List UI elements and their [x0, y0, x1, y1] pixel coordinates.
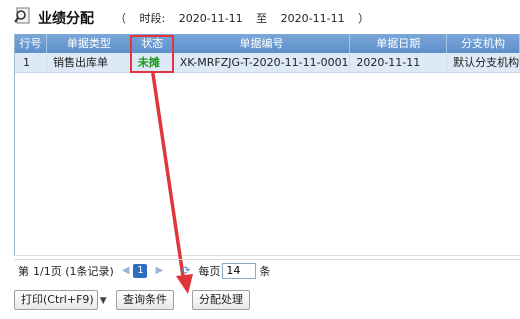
cell-row-no: 1 [15, 53, 47, 72]
bottom-toolbar: 打印(Ctrl+F9) ▼ 查询条件 分配处理 [14, 289, 268, 311]
refresh-icon[interactable]: ⟳ [181, 264, 190, 277]
period-end-date: 2020-11-11 [280, 12, 345, 25]
period-start-date: 2020-11-11 [178, 12, 243, 25]
current-page-button[interactable]: 1 [133, 263, 148, 278]
allocate-process-button[interactable]: 分配处理 [192, 290, 250, 310]
print-dropdown-button[interactable]: 打印(Ctrl+F9) ▼ [14, 290, 107, 310]
next-page-icon[interactable]: ▶ [155, 265, 163, 276]
cell-branch: 默认分支机构 [447, 53, 520, 72]
period-close: ） [358, 12, 370, 25]
grid-header: 行号 单据类型 状态 单据编号 单据日期 分支机构 [15, 34, 520, 53]
cell-doc-no: XK-MRFZJG-T-2020-11-11-0001 [174, 53, 351, 72]
cell-doc-date: 2020-11-11 [350, 53, 448, 72]
table-row[interactable]: 1 销售出库单 未摊 XK-MRFZJG-T-2020-11-11-0001 2… [15, 53, 520, 73]
page-title: 业绩分配 [38, 11, 94, 27]
document-grid[interactable]: 行号 单据类型 状态 单据编号 单据日期 分支机构 1 销售出库单 未摊 XK-… [14, 34, 520, 256]
column-header-doc-date[interactable]: 单据日期 [350, 34, 448, 53]
period-label: 时段: [139, 12, 166, 25]
column-header-row-no[interactable]: 行号 [15, 34, 47, 53]
period-range: （ 时段: 2020-11-11 至 2020-11-11 ） [115, 10, 379, 26]
pagination-bar: 第 1/1页 (1条记录) ◀ 1 ▶ ⟳ 每页 条 [14, 259, 520, 281]
print-button-label: 打印(Ctrl+F9) [21, 293, 94, 306]
period-open: （ [115, 12, 126, 25]
page-info: 1/1页 (1条记录) [33, 264, 114, 278]
column-header-doc-type[interactable]: 单据类型 [47, 34, 132, 53]
query-conditions-button[interactable]: 查询条件 [116, 290, 174, 310]
chevron-down-icon: ▼ [99, 296, 107, 306]
prev-page-icon[interactable]: ◀ [122, 265, 130, 276]
column-header-doc-no[interactable]: 单据编号 [174, 34, 351, 53]
window-header: 业绩分配 （ 时段: 2020-11-11 至 2020-11-11 ） [0, 0, 520, 32]
per-page-unit: 条 [259, 264, 271, 278]
page-prefix: 第 [18, 264, 29, 278]
status-highlight-box [130, 35, 174, 73]
period-to-label: 至 [256, 12, 268, 25]
per-page-label: 每页 [198, 264, 221, 278]
page-size-input[interactable] [222, 262, 257, 279]
column-header-branch[interactable]: 分支机构 [447, 34, 520, 53]
search-document-icon [14, 7, 30, 24]
cell-doc-type: 销售出库单 [47, 53, 132, 72]
